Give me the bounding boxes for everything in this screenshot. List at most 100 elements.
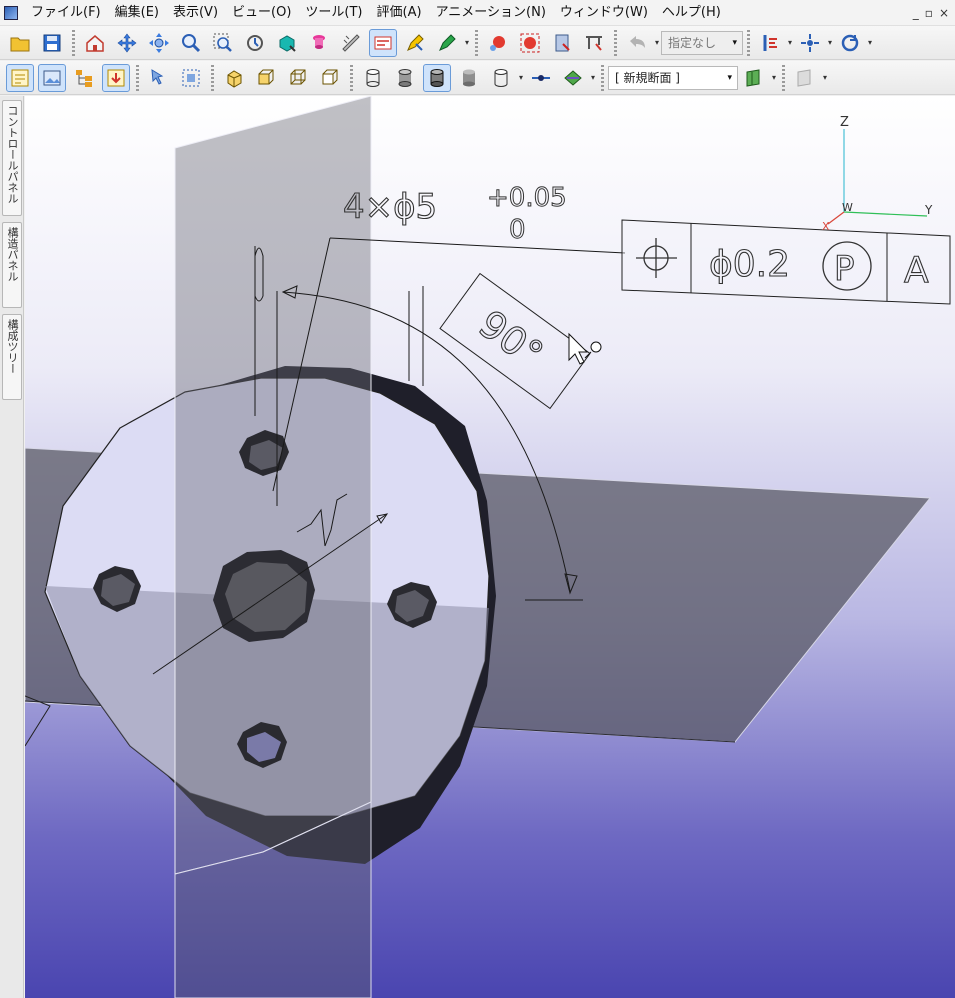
tab-structure-tree[interactable]: 構成ツリー — [2, 314, 22, 400]
window-controls: _ ▫ × — [913, 6, 955, 20]
menu-tools[interactable]: ツール(T) — [298, 2, 369, 24]
cylinder-edges-icon — [430, 68, 444, 87]
menu-window[interactable]: ウィンドウ(W) — [553, 2, 655, 24]
align-button[interactable] — [756, 29, 784, 57]
cube-iso-icon — [258, 69, 274, 84]
close-button[interactable]: × — [939, 6, 949, 20]
point-line-button[interactable] — [527, 64, 555, 92]
section-dropdown-arrow[interactable]: ▾ — [589, 64, 597, 92]
zoom-window-button[interactable] — [209, 29, 237, 57]
cube-iso-button[interactable] — [252, 64, 280, 92]
download-arrow-icon — [107, 69, 125, 86]
cylinder-outline-button[interactable] — [487, 64, 515, 92]
home-view-button[interactable] — [81, 29, 109, 57]
green-marker-button[interactable] — [433, 29, 461, 57]
pan-button[interactable] — [113, 29, 141, 57]
folder-icon — [10, 37, 30, 51]
cylinder-wire-button[interactable] — [359, 64, 387, 92]
disabled-section-dropdown-arrow[interactable]: ▾ — [821, 64, 829, 92]
w-axis-label: W — [842, 201, 853, 214]
pick-button[interactable] — [145, 64, 173, 92]
reset-rotation-button[interactable] — [836, 29, 864, 57]
color-tool-button[interactable] — [273, 29, 301, 57]
cylinder-gray-button[interactable] — [455, 64, 483, 92]
explode-button[interactable] — [796, 29, 824, 57]
cube-hidden-button[interactable] — [316, 64, 344, 92]
dimension-main-text[interactable]: 4×ϕ5 — [342, 186, 437, 227]
view-preset-select[interactable]: 指定なし ▾ — [661, 30, 743, 55]
3d-viewport[interactable]: 4×ϕ5 +0.05 0 90° ϕ0.2 P A Z W Y X — [25, 96, 955, 998]
zoom-window-icon — [213, 33, 232, 52]
angle-label-box[interactable]: 90° — [439, 272, 591, 410]
spin-icon — [247, 34, 263, 51]
panel-toggle-button[interactable] — [6, 63, 34, 92]
annotation-tool-button[interactable] — [369, 28, 397, 57]
undo-view-button[interactable] — [623, 29, 651, 57]
menu-animation[interactable]: アニメーション(N) — [429, 2, 553, 24]
cylinder-gray-icon — [463, 69, 475, 86]
fcf-tolerance-text: ϕ0.2 — [709, 244, 790, 285]
section-select[interactable]: [ 新規断面 ] ▾ — [608, 65, 738, 90]
menu-evaluate[interactable]: 評価(A) — [370, 2, 429, 24]
marker-dropdown-arrow[interactable]: ▾ — [463, 29, 471, 57]
tab-control-panel[interactable]: コントロールパネル — [2, 100, 22, 216]
home-icon — [86, 34, 104, 52]
chevron-down-icon: ▾ — [732, 37, 737, 48]
tab-annotation-panel[interactable]: 構造パネル — [2, 222, 22, 308]
section-view-button[interactable] — [740, 64, 768, 92]
tree-view-button[interactable] — [70, 64, 98, 92]
clipboard-button[interactable] — [548, 29, 576, 57]
menu-edit[interactable]: 編集(E) — [108, 2, 166, 24]
restore-button[interactable]: ▫ — [925, 6, 933, 20]
align-dropdown-arrow[interactable]: ▾ — [786, 29, 794, 57]
menu-bar: ファイル(F) 編集(E) 表示(V) ビュー(O) ツール(T) 評価(A) … — [0, 0, 955, 26]
undo-dropdown-arrow[interactable]: ▾ — [653, 29, 661, 57]
menu-file[interactable]: ファイル(F) — [24, 2, 108, 24]
measure-distance-button[interactable] — [580, 29, 608, 57]
pin-tool-button[interactable] — [305, 29, 333, 57]
menu-view[interactable]: ビュー(O) — [225, 2, 298, 24]
ruler-icon — [342, 33, 360, 52]
main-toolbar: ▾ ▾ 指定なし ▾ ▾ ▾ ▾ — [0, 26, 955, 60]
circle-arrow-icon — [841, 34, 859, 51]
align-icon — [763, 34, 777, 51]
measure-tool-button[interactable] — [337, 29, 365, 57]
section-plane-button[interactable] — [559, 64, 587, 92]
dimension-upper-tolerance[interactable]: +0.05 — [487, 183, 568, 214]
minimize-button[interactable]: _ — [913, 6, 919, 20]
section-view-dropdown-arrow[interactable]: ▾ — [770, 64, 778, 92]
menu-help[interactable]: ヘルプ(H) — [655, 2, 728, 24]
fit-all-button[interactable] — [177, 64, 205, 92]
caliper-icon — [586, 35, 602, 51]
explode-dropdown-arrow[interactable]: ▾ — [826, 29, 834, 57]
cube-wire-button[interactable] — [284, 64, 312, 92]
open-file-button[interactable] — [6, 29, 34, 57]
clipboard-icon — [555, 34, 570, 51]
cube-front-button[interactable] — [220, 64, 248, 92]
disabled-section-button[interactable] — [791, 64, 819, 92]
menu-display[interactable]: 表示(V) — [166, 2, 225, 24]
x-axis-label: X — [822, 220, 830, 233]
cylinder-shaded-button[interactable] — [391, 64, 419, 92]
dimension-lower-tolerance[interactable]: 0 — [509, 215, 527, 246]
select-sphere-button[interactable] — [516, 29, 544, 57]
rotation-dropdown-arrow[interactable]: ▾ — [866, 29, 874, 57]
cylinder-edges-button[interactable] — [423, 63, 451, 92]
highlight-button[interactable] — [401, 29, 429, 57]
zoom-button[interactable] — [177, 29, 205, 57]
download-view-button[interactable] — [102, 63, 130, 92]
toolbar-separator — [211, 64, 214, 91]
rotate-button[interactable] — [145, 29, 173, 57]
undo-arrow-icon — [630, 35, 645, 48]
panel-list-icon — [11, 69, 29, 86]
app-icon — [4, 5, 18, 20]
render-dropdown-arrow[interactable]: ▾ — [517, 64, 525, 92]
sphere-tool-button[interactable] — [484, 29, 512, 57]
side-panel-tabs: コントロールパネル 構造パネル 構成ツリー — [0, 96, 24, 998]
green-marker-icon — [439, 33, 456, 51]
spin-view-button[interactable] — [241, 29, 269, 57]
feature-control-frame[interactable]: ϕ0.2 P A — [621, 219, 951, 305]
save-button[interactable] — [38, 29, 66, 57]
image-view-button[interactable] — [38, 63, 66, 92]
chevron-down-icon: ▾ — [727, 72, 732, 83]
